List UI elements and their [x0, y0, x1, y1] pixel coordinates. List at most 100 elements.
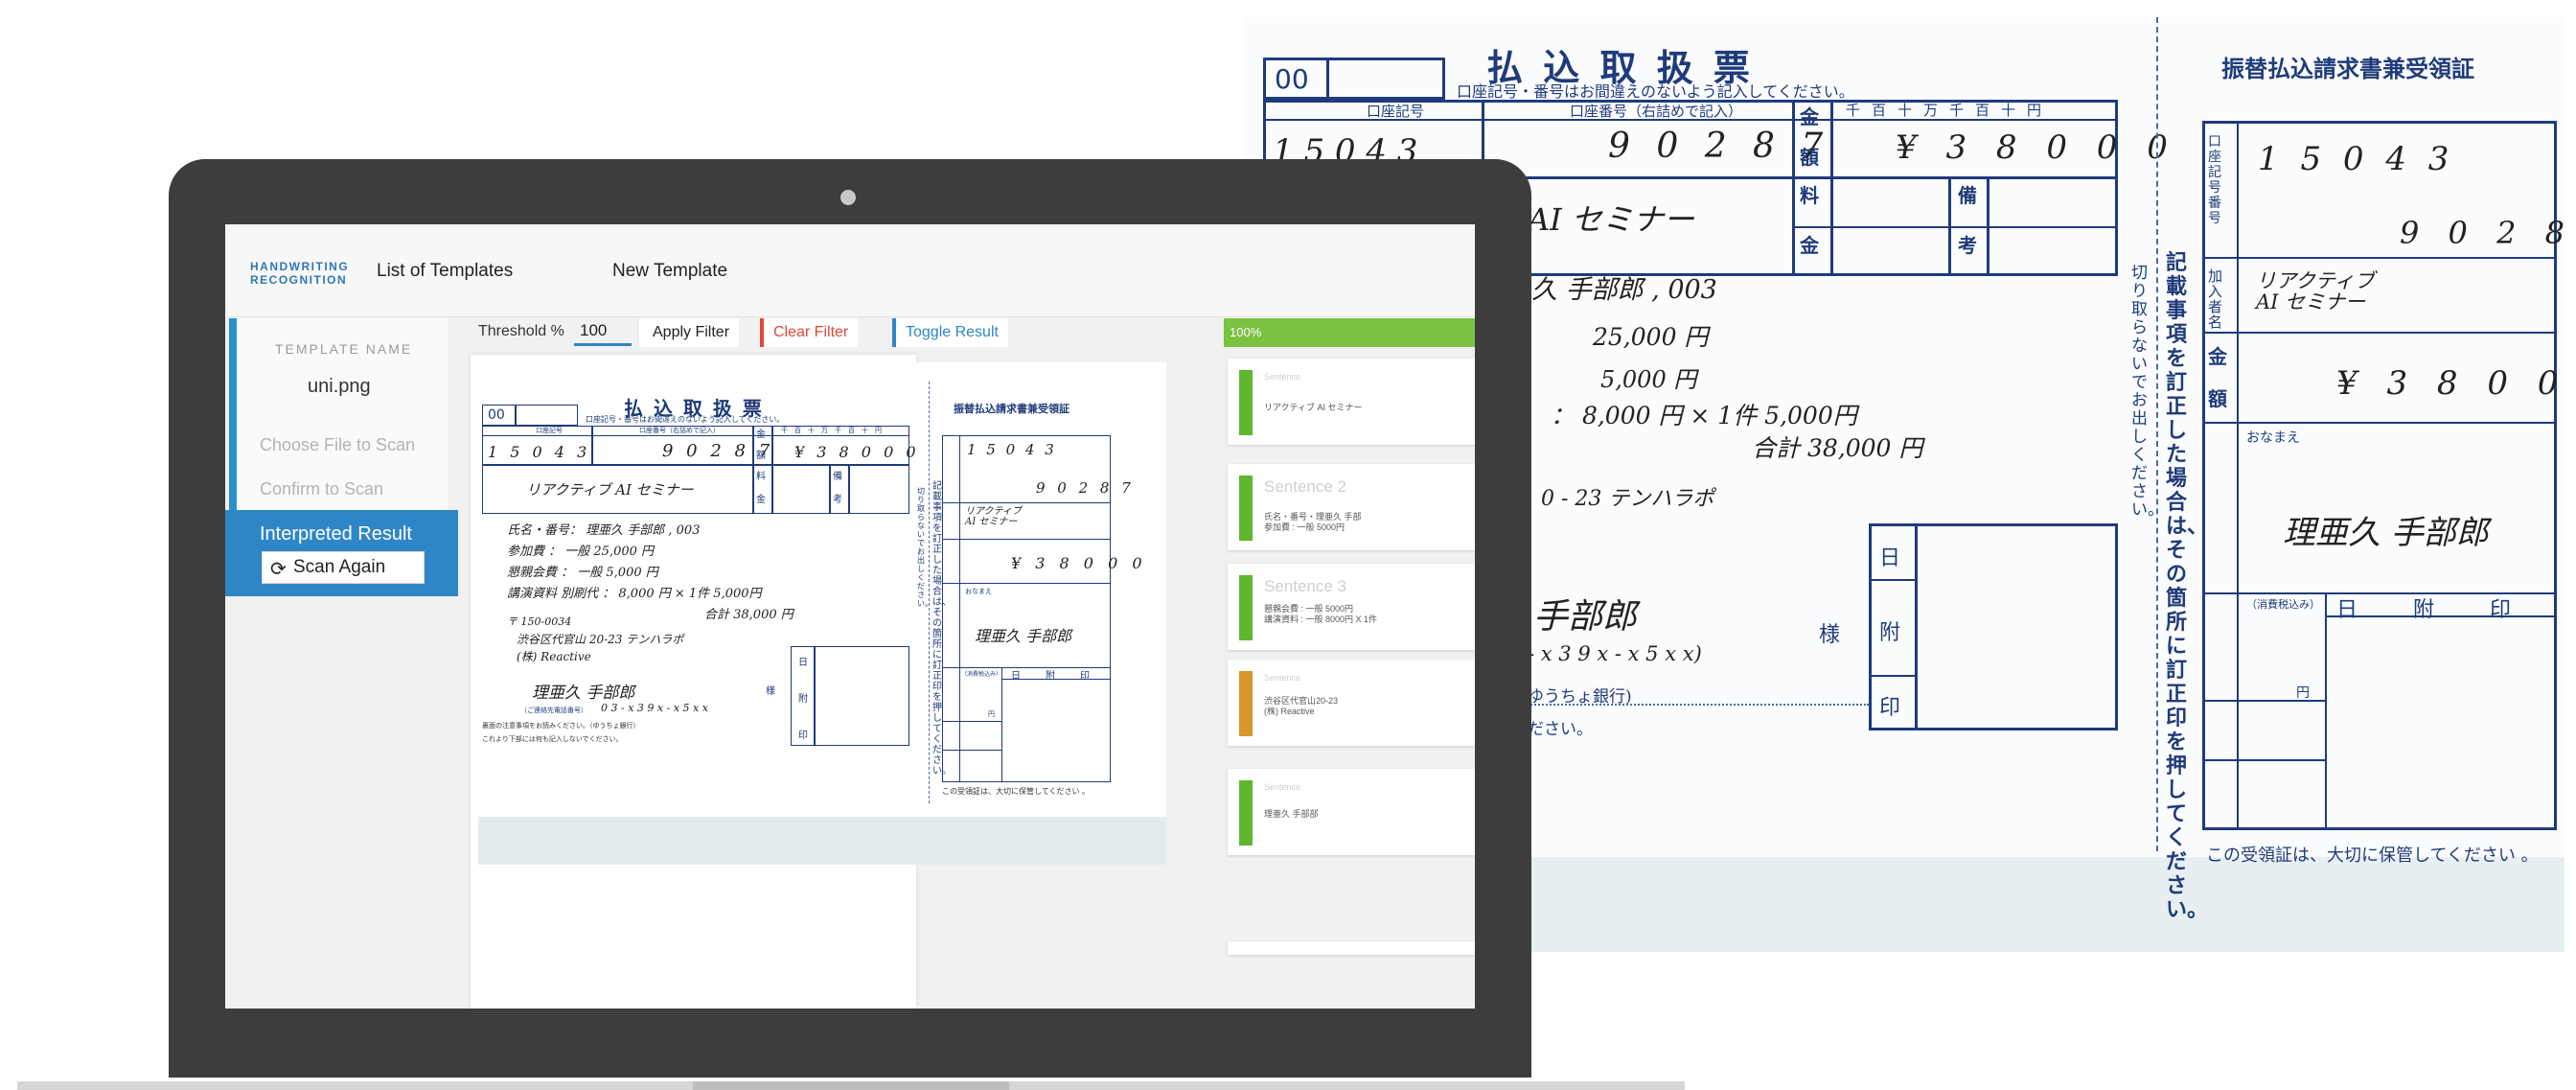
preview-receipt-number: 9 0 2 8 7 [1036, 479, 1135, 497]
preview-account-symbol-label: 口座記号 [536, 427, 563, 434]
scanned-slip-preview: 00 払 込 取 扱 票 口座記号・番号はお間違えのないよう記入してください。 … [478, 362, 1166, 818]
result-card-line: リアクティブ AI セミナー [1264, 403, 1363, 412]
result-card[interactable]: Sentence 3 懇親会費 : 一般 5000円 講演資料 : 一般 800… [1228, 564, 1475, 650]
brand-line-1: HANDWRITING [250, 260, 350, 273]
preview-line-party: 懇親会費 ： 一般 5,000 円 [507, 566, 658, 580]
result-card-heading: Sentence 2 [1264, 477, 1347, 496]
preview-account-number-label: 口座番号（右詰めで記入） [639, 427, 720, 434]
bg-payer-name: 手部郎 [1533, 597, 1638, 637]
clear-filter-button[interactable]: Clear Filter [760, 318, 859, 347]
preview-receipt-name: リアクティブ AI セミナー [965, 506, 1022, 527]
cut-line [2156, 17, 2158, 851]
bg-address: 0 - 23 テンハラポ [1541, 487, 1714, 511]
result-card-line: 講演資料 : 一般 8000円 X 1件 [1264, 615, 1378, 624]
remarks-label-top: 備 [1958, 184, 1977, 207]
confirm-to-scan[interactable]: Confirm to Scan [260, 479, 383, 499]
bg-line-fee: 25,000 円 [1593, 323, 1709, 351]
preview-receipt-payer-label: おなまえ [965, 588, 992, 595]
bg-line-name: 久 手部郎 , 003 [1531, 275, 1717, 305]
receipt-side-account: 口座記号番号 [2208, 134, 2221, 226]
choose-file-to-scan[interactable]: Choose File to Scan [260, 435, 415, 455]
preview-attach-label: 附 [798, 694, 808, 705]
fee-label-bottom: 金 [1800, 234, 1819, 257]
receipt-amount-label-1: 金 [2208, 345, 2227, 368]
preview-company: (株) Reactive [517, 650, 591, 663]
preview-cut-note: 切り取らないでお出しください。 [917, 487, 932, 608]
stamp-box [1869, 523, 2118, 731]
preview-units: 千百十万千百十円 [781, 427, 888, 434]
laptop-base [17, 1081, 1685, 1090]
threshold-label: Threshold % [478, 323, 564, 339]
bg-line-total: 合計 38,000 円 [1752, 434, 1923, 462]
bg-phone: - x 3 9 x - x 5 x x) [1528, 642, 1702, 665]
result-card[interactable]: Sentence 理亜久 手部部 [1228, 769, 1475, 855]
app-screen: HANDWRITING RECOGNITION List of Template… [225, 224, 1475, 1009]
account-number-label: 口座番号（右詰めで記入） [1570, 103, 1743, 120]
receipt-amount: ¥ 3 8 0 0 0 [2336, 364, 2564, 403]
preview-fee-label-1: 料 [756, 472, 766, 482]
correction-note-vertical: 記載事項を訂正した場合は、その箇所に訂正印を押してください。 [2166, 250, 2209, 922]
receipt-account-number: 9 0 2 8 7 [2400, 215, 2564, 251]
preview-seminar-name: リアクティブ AI セミナー [526, 481, 694, 499]
nav-list-of-templates[interactable]: List of Templates [377, 261, 513, 282]
preview-fee-label-2: 金 [756, 495, 766, 505]
preview-receipt-amount: ¥ 3 8 0 0 0 [1011, 554, 1147, 572]
preview-postal: 〒 150-0034 [507, 615, 572, 628]
cut-note-vertical: 切り取らないでお出しください。 [2131, 264, 2164, 520]
sama-label: 様 [1819, 623, 1841, 647]
nav-new-template[interactable]: New Template [612, 261, 727, 282]
preview-receipt-title: 振替払込請求書兼受領証 [954, 403, 1070, 415]
result-card[interactable]: Sentence 2 氏名・番号・理亜久 手部 参加費 : 一般 5000円 [1228, 464, 1475, 550]
receipt-payer-label: おなまえ [2246, 430, 2300, 446]
preview-footer-note: 裏面の注意事項をお読みください。（ゆうちょ銀行） [482, 722, 640, 730]
preview-receipt-payer: 理亜久 手部郎 [975, 627, 1072, 645]
code-box-text: 00 [1275, 63, 1309, 95]
result-card-line: 懇親会費 : 一般 5000円 [1264, 604, 1354, 614]
preview-day-label: 日 [798, 658, 808, 668]
template-file-name: uni.png [308, 376, 371, 397]
scan-again-button[interactable]: ⟳ Scan Again [262, 551, 425, 584]
day-label: 日 [1879, 546, 1901, 570]
bg-line-party: 5,000 円 [1600, 366, 1697, 393]
brand-logo[interactable]: HANDWRITING RECOGNITION [250, 260, 349, 287]
threshold-input[interactable] [574, 317, 632, 346]
preview-account-number-digits: 9 0 2 8 7 [662, 441, 774, 461]
preview-phone-note: （ご連絡先電話番号） [520, 707, 587, 714]
receipt-amount-label-2: 額 [2208, 387, 2227, 410]
preview-amount-digits: ¥ 3 8 0 0 0 [794, 443, 920, 461]
preview-line-fee: 参加費 ： 一般 25,000 円 [507, 545, 655, 559]
preview-receipt-account: 1 5 0 4 3 [967, 441, 1057, 458]
fee-label-top: 料 [1800, 184, 1819, 207]
amount-label-top: 金 [1800, 105, 1819, 128]
preview-line-total: 合計 38,000 円 [704, 608, 794, 622]
apply-filter-button[interactable]: Apply Filter [639, 318, 740, 347]
preview-notice: 口座記号・番号はお間違えのないよう記入してください。 [586, 415, 785, 424]
preview-receipt-fee-note: （消費税込み） [961, 671, 1002, 678]
bg-line-material: ： 8,000 円 × 1件 5,000円 [1551, 402, 1857, 429]
preview-line-name: 氏名・番号： 理亜久 手部郎 , 003 [507, 523, 701, 538]
receipt-title: 振替払込請求書兼受領証 [2221, 55, 2474, 82]
camera-dot [840, 190, 856, 205]
results-panel: 100% Sentence リアクティブ AI セミナー Sentence 2 … [1224, 318, 1475, 1009]
preview-phone: 0 3 - x 3 9 x - x 5 x x [601, 702, 708, 714]
result-card-status-bar [1239, 475, 1253, 541]
preview-receipt-day-labels: 日附印 [1011, 671, 1115, 682]
toggle-result-button[interactable]: Toggle Result [892, 318, 1008, 347]
result-card-line: 理亜久 手部部 [1264, 809, 1319, 819]
receipt-side-name: 加入者名 [2208, 267, 2223, 331]
result-card[interactable]: Sentence 渋谷区代官山20-23 (株) Reactive [1228, 660, 1475, 746]
result-card-status-bar [1239, 671, 1253, 736]
result-card[interactable]: Sentence リアクティブ AI セミナー [1228, 359, 1475, 445]
receipt-payer: 理亜久 手部郎 [2283, 514, 2489, 552]
top-navigation-bar: HANDWRITING RECOGNITION List of Template… [225, 224, 1475, 317]
receipt-account-digits: 1 5 0 4 3 [2258, 140, 2455, 178]
result-card-heading: Sentence [1264, 372, 1301, 382]
receipt-name: リアクティブ AI セミナー [2256, 269, 2375, 313]
scan-again-label: Scan Again [293, 557, 386, 577]
preview-receipt-footer: この受領証は、大切に保管してください 。 [942, 787, 1091, 796]
result-card-line: 渋谷区代官山20-23 [1264, 696, 1339, 706]
result-card-line: 氏名・番号・理亜久 手部 [1264, 512, 1362, 522]
result-card-line: 参加費 : 一般 5000円 [1264, 522, 1346, 532]
progress-bar: 100% [1224, 318, 1475, 347]
interpreted-result-label: Interpreted Result [260, 523, 412, 545]
